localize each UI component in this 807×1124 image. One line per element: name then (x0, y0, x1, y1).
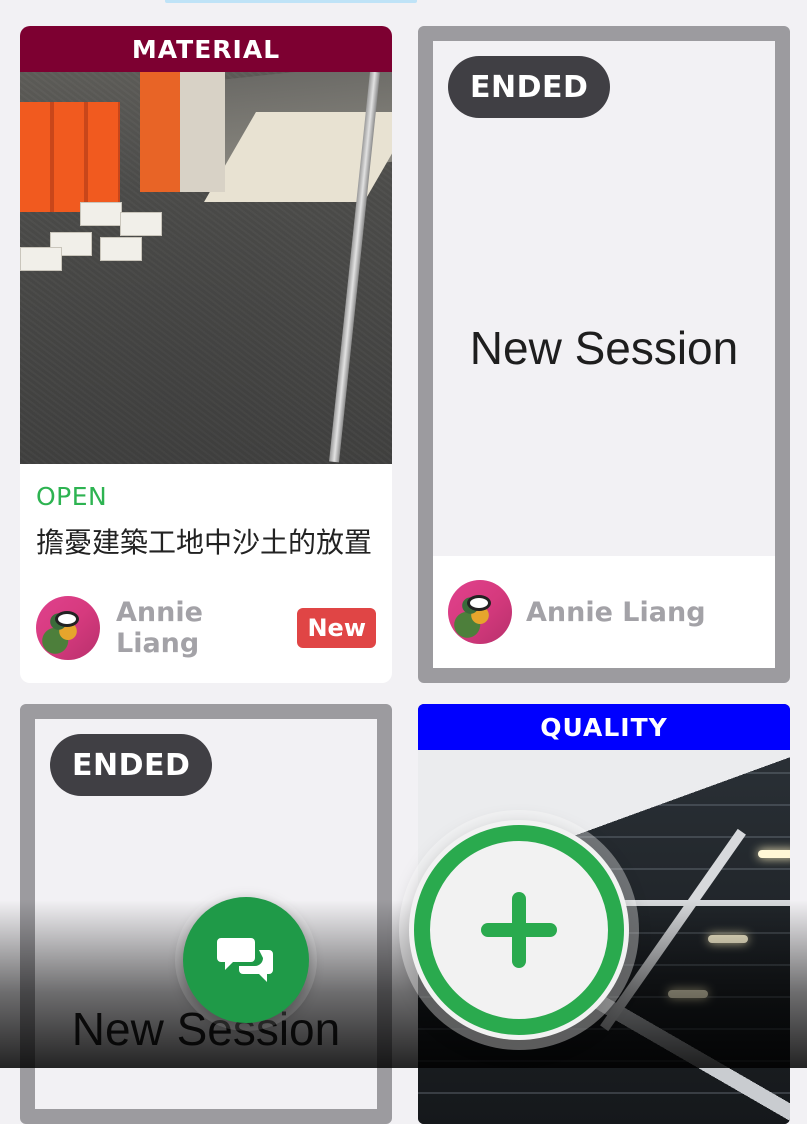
status-label: ENDED (72, 747, 191, 783)
status-label: ENDED (470, 69, 589, 105)
add-button-ring (414, 825, 624, 1035)
status-label: OPEN (36, 482, 108, 511)
category-label: MATERIAL (131, 34, 281, 64)
plus-icon (481, 892, 557, 968)
author-row: Annie Liang (433, 556, 775, 668)
author-name: Annie Liang (116, 597, 203, 659)
avatar (448, 580, 512, 644)
add-session-button[interactable] (409, 820, 629, 1040)
session-title: New Session (71, 1003, 341, 1055)
session-card-material[interactable]: MATERIAL OPEN 擔憂建築工地中沙土的放置 Annie Liang N… (20, 26, 392, 683)
chat-bubbles-icon (217, 938, 273, 982)
category-banner: QUALITY (418, 704, 790, 750)
top-scroll-indicator (165, 0, 417, 3)
category-banner: MATERIAL (20, 26, 392, 72)
category-label: QUALITY (540, 712, 668, 742)
session-card-ended[interactable]: ENDED New Session Annie Liang (418, 26, 790, 683)
chat-button[interactable] (183, 897, 309, 1023)
author-row: Annie Liang New (36, 596, 376, 660)
session-title: 擔憂建築工地中沙土的放置 (36, 526, 373, 559)
author-name: Annie Liang (526, 596, 706, 628)
new-badge: New (297, 608, 376, 648)
session-photo (20, 72, 392, 464)
avatar (36, 596, 100, 660)
session-title: New Session (469, 322, 739, 374)
ended-status-pill: ENDED (50, 734, 213, 796)
ended-status-pill: ENDED (448, 56, 611, 118)
